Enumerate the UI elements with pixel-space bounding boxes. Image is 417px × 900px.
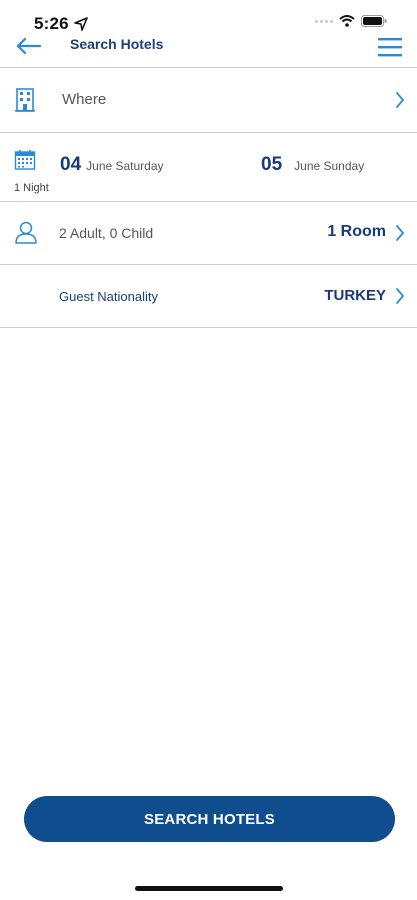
- checkin-date[interactable]: 04 June Saturday: [60, 154, 164, 176]
- battery-icon: [361, 15, 387, 27]
- checkout-day: 05: [261, 154, 283, 175]
- checkin-day: 04: [60, 154, 82, 175]
- page-title: Search Hotels: [70, 36, 164, 52]
- chevron-right-icon: [396, 288, 405, 304]
- status-indicators: [315, 15, 387, 27]
- guests-row[interactable]: 2 Adult, 0 Child 1 Room: [0, 202, 417, 264]
- where-row[interactable]: Where: [0, 68, 417, 132]
- dates-row[interactable]: 1 Night 04 June Saturday 05 June Sunday: [0, 133, 417, 201]
- chevron-right-icon: [396, 225, 405, 241]
- checkin-text: June Saturday: [86, 159, 164, 173]
- search-hotels-button[interactable]: SEARCH HOTELS: [24, 796, 395, 842]
- guests-label: 2 Adult, 0 Child: [59, 225, 154, 241]
- building-icon: [15, 88, 35, 112]
- wifi-icon: [339, 15, 355, 27]
- nationality-label: Guest Nationality: [59, 289, 158, 304]
- calendar-icon: [14, 150, 36, 170]
- back-arrow-icon[interactable]: [14, 34, 42, 58]
- rooms-count: 1 Room: [327, 223, 386, 240]
- checkout-date[interactable]: 05 June Sunday: [261, 154, 364, 176]
- home-indicator[interactable]: [135, 886, 283, 891]
- where-label: Where: [62, 91, 107, 108]
- nationality-row[interactable]: Guest Nationality TURKEY: [0, 265, 417, 327]
- hamburger-menu-icon[interactable]: [377, 36, 403, 58]
- divider: [0, 327, 417, 328]
- cellular-signal-icon: [315, 19, 333, 23]
- checkout-text: June Sunday: [294, 159, 365, 173]
- status-time: 5:26: [34, 14, 69, 33]
- chevron-right-icon: [396, 92, 405, 108]
- nationality-value: TURKEY: [324, 287, 386, 304]
- user-icon: [15, 221, 37, 244]
- location-arrow-icon: [74, 17, 88, 31]
- nights-count: 1 Night: [14, 182, 49, 194]
